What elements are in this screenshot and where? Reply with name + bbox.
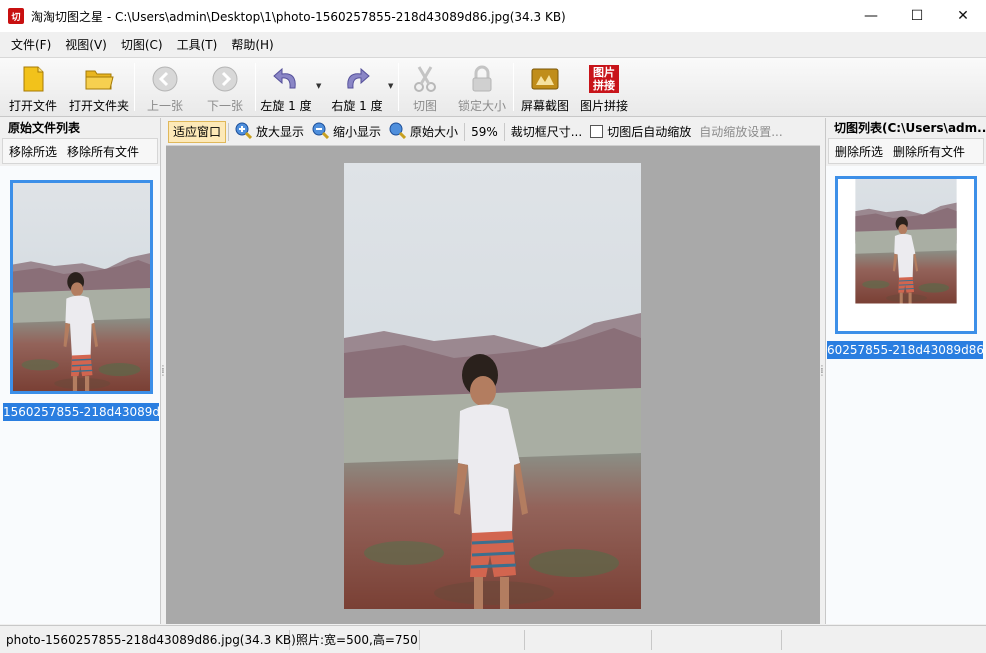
toolbar-separator	[503, 122, 505, 141]
cut-list-panel: 切图列表(C:\Users\adm... 删除所选 删除所有文件 6025785…	[825, 118, 986, 624]
folder-icon	[83, 64, 115, 94]
toolbar-separator	[228, 122, 230, 141]
menu-bar: 文件(F) 视图(V) 切图(C) 工具(T) 帮助(H)	[0, 32, 986, 56]
next-image-button[interactable]: 下一张	[195, 58, 255, 116]
remove-selected-button[interactable]: 移除所选	[9, 143, 57, 160]
arrow-left-icon	[149, 64, 181, 94]
menu-tools[interactable]: 工具(T)	[170, 36, 225, 53]
menu-cut[interactable]: 切图(C)	[114, 36, 170, 53]
rotate-left-dropdown-icon[interactable]: ▼	[316, 58, 326, 90]
app-logo-icon: 切	[8, 8, 24, 24]
file-thumbnail[interactable]	[10, 180, 153, 394]
open-file-button[interactable]: 打开文件	[2, 58, 64, 116]
zoom-out-button[interactable]: 缩小显示	[308, 121, 385, 143]
remove-all-button[interactable]: 移除所有文件	[67, 143, 139, 160]
lock-size-button[interactable]: 锁定大小	[451, 58, 513, 116]
fit-window-button[interactable]: 适应窗口	[168, 120, 227, 143]
left-splitter[interactable]: ⋮ ⋮	[159, 118, 167, 624]
main-photo[interactable]	[344, 163, 641, 609]
file-icon	[17, 64, 49, 94]
status-dimensions: 照片:宽=500,高=750	[290, 629, 420, 650]
screenshot-button[interactable]: 屏幕截图	[514, 58, 576, 116]
zoom-in-icon	[235, 122, 253, 142]
panel-actions: 删除所选 删除所有文件	[828, 138, 984, 164]
rotate-left-icon	[270, 64, 302, 94]
rotate-right-icon	[341, 64, 373, 94]
zoom-percent: 59%	[471, 124, 498, 139]
panel-actions: 移除所选 移除所有文件	[2, 138, 158, 164]
auto-zoom-checkbox[interactable]: 切图后自动缩放	[586, 121, 695, 143]
cut-list-item-label[interactable]: 60257855-218d43089d8600	[827, 341, 983, 359]
prev-image-button[interactable]: 上一张	[135, 58, 195, 116]
cut-file-list: 60257855-218d43089d8600	[826, 166, 986, 624]
arrow-right-icon	[209, 64, 241, 94]
right-splitter[interactable]: ⋮ ⋮	[818, 118, 826, 624]
status-filename: photo-1560257855-218d43089d86.jpg(34.3 K…	[0, 629, 296, 650]
zoom-out-icon	[312, 122, 330, 142]
cut-button[interactable]: 切图	[399, 58, 451, 116]
menu-help[interactable]: 帮助(H)	[224, 36, 280, 53]
title-bar: 切 淘淘切图之星 - C:\Users\admin\Desktop\1\phot…	[0, 0, 986, 32]
main-toolbar: 打开文件 打开文件夹 上一张 下一张 左旋 1 度 ▼ 右旋 1 度 ▼ 切图 …	[0, 57, 986, 117]
screen-capture-icon	[529, 64, 561, 94]
rotate-left-button[interactable]: 左旋 1 度	[256, 58, 316, 116]
window-title: 淘淘切图之星 - C:\Users\admin\Desktop\1\photo-…	[31, 9, 566, 24]
original-files-panel: 原始文件列表 移除所选 移除所有文件 1560257855-218d43089d…	[0, 118, 161, 624]
status-bar: photo-1560257855-218d43089d86.jpg(34.3 K…	[0, 625, 986, 653]
rotate-right-dropdown-icon[interactable]: ▼	[388, 58, 398, 90]
stitch-icon: 图片 拼接	[588, 64, 620, 94]
auto-zoom-settings-button[interactable]: 自动缩放设置...	[695, 121, 786, 143]
status-empty-1	[420, 629, 525, 650]
delete-all-button[interactable]: 删除所有文件	[893, 143, 965, 160]
zoom-in-button[interactable]: 放大显示	[231, 121, 308, 143]
stitch-button[interactable]: 图片 拼接 图片拼接	[576, 58, 632, 116]
file-list-item-label[interactable]: 1560257855-218d43089d86	[3, 403, 159, 421]
status-empty-3	[652, 629, 782, 650]
delete-selected-button[interactable]: 删除所选	[835, 143, 883, 160]
toolbar-separator	[464, 122, 466, 141]
status-empty-2	[525, 629, 652, 650]
close-button[interactable]: ✕	[940, 0, 986, 32]
maximize-button[interactable]: ☐	[894, 0, 940, 32]
minimize-button[interactable]: —	[848, 0, 894, 32]
scissors-icon	[409, 64, 441, 94]
panel-title: 原始文件列表	[8, 121, 81, 135]
menu-view[interactable]: 视图(V)	[58, 36, 114, 53]
magnifier-icon	[389, 122, 407, 142]
original-file-list: 1560257855-218d43089d86	[0, 166, 160, 624]
checkbox-icon	[590, 125, 604, 138]
original-size-button[interactable]: 原始大小	[385, 121, 462, 143]
crop-size-button[interactable]: 裁切框尺寸...	[507, 121, 586, 143]
panel-title: 切图列表(C:\Users\adm...	[834, 121, 986, 135]
cut-thumbnail[interactable]	[835, 176, 977, 334]
menu-file[interactable]: 文件(F)	[4, 36, 58, 53]
image-canvas[interactable]	[166, 146, 820, 624]
lock-icon	[466, 64, 498, 94]
open-folder-button[interactable]: 打开文件夹	[64, 58, 134, 116]
rotate-right-button[interactable]: 右旋 1 度	[326, 58, 388, 116]
view-toolbar: 适应窗口 放大显示 缩小显示 原始大小 59% 裁切框尺寸... 切图后自动缩放…	[166, 118, 820, 146]
